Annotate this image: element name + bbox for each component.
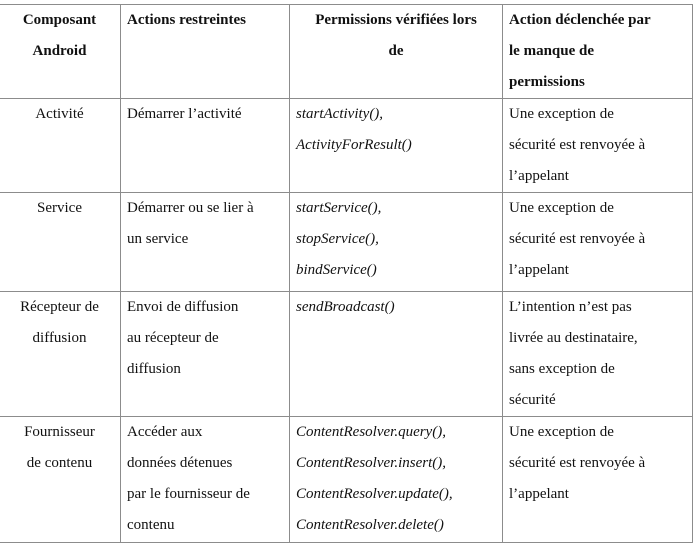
cell-text-line: au récepteur de — [127, 330, 219, 346]
cell-action-on-missing: Une exception de sécurité est renvoyée à… — [502, 192, 693, 292]
header-text-line: Actions restreintes — [127, 12, 247, 28]
header-text-line: de — [388, 43, 404, 59]
cell-text-line: ActivityForResult() — [296, 137, 412, 153]
cell-checked-at: startActivity(), ActivityForResult() — [289, 98, 503, 193]
cell-text-line: Activité — [35, 106, 84, 122]
cell-text-line: Une exception de — [509, 424, 614, 440]
cell-component: Fournisseur de contenu — [0, 416, 121, 543]
cell-restricted-actions: Envoi de diffusion au récepteur de diffu… — [120, 291, 290, 417]
cell-text-line: sans exception de — [509, 361, 615, 377]
cell-component: Activité — [0, 98, 121, 193]
cell-text-line: contenu — [127, 517, 175, 533]
cell-text-line: startActivity(), — [296, 106, 384, 122]
cell-text-line: données détenues — [127, 455, 233, 471]
header-actions-restreintes: Actions restreintes — [120, 4, 290, 99]
header-text-line: le manque de — [509, 43, 595, 59]
header-text-line: Android — [32, 43, 87, 59]
table-row: Activité Démarrer l’activité startActivi… — [0, 98, 693, 193]
cell-text-line: Une exception de — [509, 106, 614, 122]
cell-text-line: l’appelant — [509, 262, 569, 278]
cell-text-line: sécurité est renvoyée à — [509, 455, 646, 471]
cell-text-line: diffusion — [32, 330, 87, 346]
permissions-table: Composant Android Actions restreintes Pe… — [0, 4, 693, 543]
cell-restricted-actions: Démarrer l’activité — [120, 98, 290, 193]
table-row: Récepteur de diffusion Envoi de diffusio… — [0, 291, 693, 417]
cell-text-line: Accéder aux — [127, 424, 203, 440]
header-text-line: Permissions vérifiées lors — [315, 12, 477, 28]
cell-component: Récepteur de diffusion — [0, 291, 121, 417]
header-action-declenchee: Action déclenchée par le manque de permi… — [502, 4, 693, 99]
header-composant-android: Composant Android — [0, 4, 121, 99]
cell-text-line: sécurité — [509, 392, 556, 408]
cell-text-line: Démarrer ou se lier à — [127, 200, 254, 216]
cell-text-line: L’intention n’est pas — [509, 299, 632, 315]
cell-text-line: Démarrer l’activité — [127, 106, 242, 122]
cell-text-line: stopService(), — [296, 231, 379, 247]
cell-text-line: par le fournisseur de — [127, 486, 250, 502]
table-header-row: Composant Android Actions restreintes Pe… — [0, 4, 693, 99]
table-row: Service Démarrer ou se lier à un service… — [0, 192, 693, 292]
cell-text-line: sécurité est renvoyée à — [509, 231, 646, 247]
cell-text-line: l’appelant — [509, 486, 569, 502]
cell-text-line: startService(), — [296, 200, 382, 216]
cell-action-on-missing: L’intention n’est pas livrée au destinat… — [502, 291, 693, 417]
cell-text-line: Fournisseur — [24, 424, 95, 440]
cell-text-line: sendBroadcast() — [296, 299, 395, 315]
cell-text-line: ContentResolver.insert(), — [296, 455, 446, 471]
cell-text-line: ContentResolver.delete() — [296, 517, 444, 533]
cell-checked-at: startService(), stopService(), bindServi… — [289, 192, 503, 292]
cell-text-line: ContentResolver.query(), — [296, 424, 446, 440]
header-text-line: Composant — [22, 12, 97, 28]
cell-text-line: Envoi de diffusion — [127, 299, 239, 315]
cell-text-line: Une exception de — [509, 200, 614, 216]
cell-checked-at: ContentResolver.query(), ContentResolver… — [289, 416, 503, 543]
cell-restricted-actions: Démarrer ou se lier à un service — [120, 192, 290, 292]
cell-text-line: Service — [37, 200, 82, 216]
cell-checked-at: sendBroadcast() — [289, 291, 503, 417]
cell-text-line: sécurité est renvoyée à — [509, 137, 646, 153]
cell-action-on-missing: Une exception de sécurité est renvoyée à… — [502, 416, 693, 543]
cell-text-line: diffusion — [127, 361, 181, 377]
cell-text-line: livrée au destinataire, — [509, 330, 638, 346]
cell-text-line: de contenu — [26, 455, 93, 471]
header-text-line: permissions — [509, 74, 585, 90]
header-permissions-verifiees: Permissions vérifiées lors de — [289, 4, 503, 99]
cell-text-line: ContentResolver.update(), — [296, 486, 453, 502]
cell-text-line: l’appelant — [509, 168, 569, 184]
cell-restricted-actions: Accéder aux données détenues par le four… — [120, 416, 290, 543]
cell-text-line: un service — [127, 231, 189, 247]
cell-action-on-missing: Une exception de sécurité est renvoyée à… — [502, 98, 693, 193]
table-row: Fournisseur de contenu Accéder aux donné… — [0, 416, 693, 543]
cell-component: Service — [0, 192, 121, 292]
cell-text-line: bindService() — [296, 262, 377, 278]
header-text-line: Action déclenchée par — [509, 12, 651, 28]
cell-text-line: Récepteur de — [20, 299, 99, 315]
